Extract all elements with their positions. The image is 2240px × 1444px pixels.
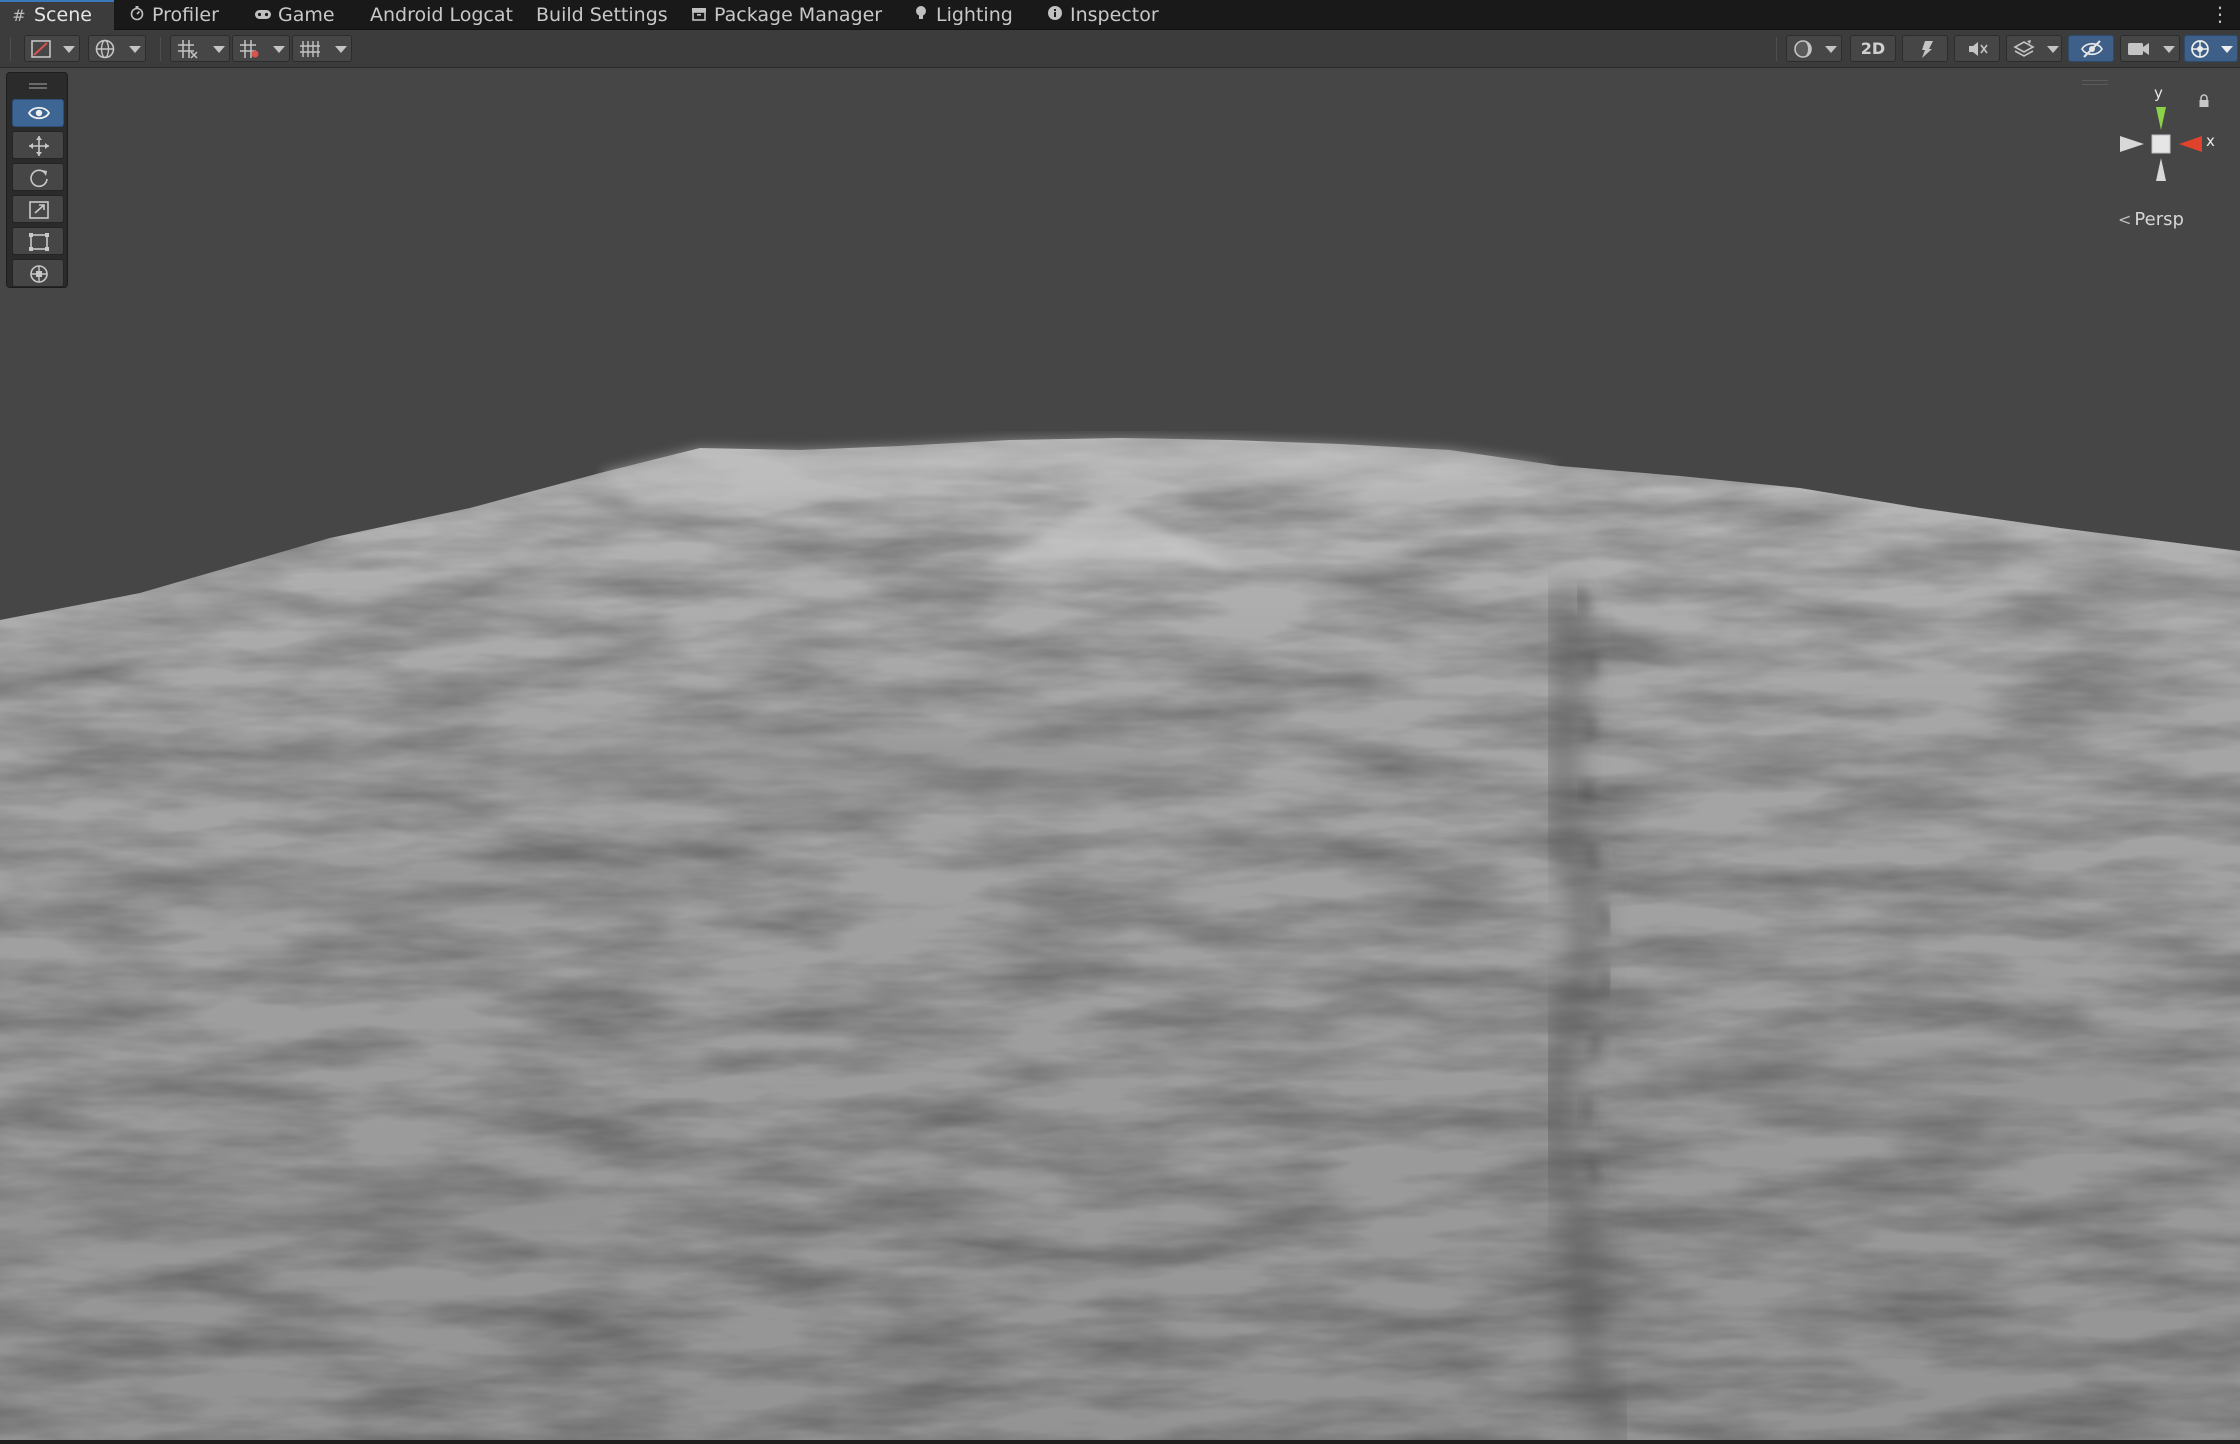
chevron-down-icon (213, 46, 225, 53)
tab-game[interactable]: Game (254, 0, 335, 30)
scene-toolbar: 2D (0, 30, 2240, 68)
2d-toggle-label: 2D (1860, 39, 1886, 58)
gizmos-dropdown[interactable] (2184, 35, 2238, 62)
increment-snap-icon (240, 40, 259, 58)
tab-package-manager[interactable]: Package Manager (690, 0, 882, 30)
audio-toggle[interactable] (1954, 35, 2000, 62)
grid-hash-icon: # (12, 6, 26, 25)
y-axis-label: y (2154, 84, 2163, 102)
camera-icon (2128, 43, 2149, 55)
toolbar-separator (1776, 37, 1777, 61)
increment-snap-dropdown[interactable] (232, 35, 290, 62)
toolbar-separator (160, 37, 161, 61)
scale-tool-icon (29, 201, 49, 219)
grid-visibility-icon (300, 41, 320, 57)
2d-toggle[interactable]: 2D (1850, 35, 1896, 62)
tab-game-label: Game (278, 4, 335, 26)
chevron-down-icon (273, 46, 285, 53)
perspective-arrow-icon: < (2118, 210, 2132, 229)
tab-profiler[interactable]: Profiler (128, 0, 219, 30)
lighting-toggle[interactable] (1902, 35, 1948, 62)
gamepad-icon (254, 1, 272, 31)
toolbar-separator (10, 37, 11, 61)
chevron-down-icon (1825, 46, 1837, 53)
rect-tool-icon (29, 233, 49, 251)
shading-mode-dropdown[interactable] (1786, 35, 1842, 62)
tab-lighting-label: Lighting (936, 4, 1013, 26)
tools-overlay (6, 72, 68, 288)
scene-viewport[interactable]: y x < Persp (0, 68, 2240, 1440)
chevron-down-icon (63, 46, 75, 53)
chevron-down-icon (129, 46, 141, 53)
move-tool-button[interactable] (12, 131, 64, 159)
gizmos-icon (2191, 40, 2209, 58)
audio-toggle-icon (1969, 42, 1988, 56)
global-space-dropdown[interactable] (88, 35, 146, 62)
global-space-icon (95, 39, 115, 59)
viewport-border (0, 1440, 2240, 1444)
x-axis-label: x (2206, 132, 2215, 150)
hidden-objects-toggle[interactable] (2068, 35, 2114, 62)
tab-scene-label: Scene (34, 4, 92, 26)
grid-visibility-dropdown[interactable] (292, 35, 352, 62)
overlay-grip[interactable] (29, 83, 47, 89)
tab-inspector-label: Inspector (1070, 4, 1159, 26)
effects-dropdown[interactable] (2006, 35, 2062, 62)
more-options-icon[interactable]: ⋮ (2210, 0, 2230, 30)
view-tool-button[interactable] (12, 99, 64, 127)
rect-tool-button[interactable] (12, 227, 64, 255)
draw-mode-icon (31, 40, 51, 58)
stopwatch-icon (128, 1, 146, 31)
chevron-down-icon (335, 46, 347, 53)
scale-tool-button[interactable] (12, 195, 64, 223)
hidden-objects-icon (2081, 40, 2103, 58)
grid-snapping-dropdown[interactable] (170, 35, 230, 62)
editor-tab-bar: # Scene Profiler Game Android Logcat Buil… (0, 0, 2240, 30)
tab-package-manager-label: Package Manager (714, 4, 883, 26)
grid-snapping-icon (178, 40, 198, 59)
rotate-tool-icon (30, 169, 48, 188)
lightbulb-icon (912, 1, 930, 31)
terrain-mesh (0, 438, 2240, 1440)
info-icon (1046, 1, 1064, 31)
tab-android-logcat[interactable]: Android Logcat (370, 0, 513, 30)
package-icon (690, 1, 708, 31)
transform-tool-button[interactable] (12, 259, 64, 287)
tab-build-settings-label: Build Settings (536, 4, 668, 26)
tab-scene[interactable]: # Scene (0, 0, 114, 30)
lighting-toggle-icon (1922, 41, 1933, 58)
rotate-tool-button[interactable] (12, 163, 64, 191)
projection-toggle[interactable]: < Persp (2118, 208, 2184, 232)
move-tool-icon (29, 136, 49, 156)
transform-tool-icon (30, 265, 48, 283)
tab-inspector[interactable]: Inspector (1046, 0, 1159, 30)
scene-camera-dropdown[interactable] (2120, 35, 2180, 62)
chevron-down-icon (2221, 46, 2233, 53)
chevron-down-icon (2047, 46, 2059, 53)
view-tool-icon (27, 106, 51, 120)
shading-sphere-icon (1794, 40, 1812, 58)
tab-android-logcat-label: Android Logcat (370, 4, 513, 26)
effects-layers-icon (2013, 40, 2035, 57)
tab-lighting[interactable]: Lighting (912, 0, 1013, 30)
draw-mode-dropdown[interactable] (24, 35, 80, 62)
tab-build-settings[interactable]: Build Settings (536, 0, 668, 30)
chevron-down-icon (2163, 46, 2175, 53)
projection-label: Persp (2134, 209, 2184, 230)
tab-profiler-label: Profiler (152, 4, 219, 26)
